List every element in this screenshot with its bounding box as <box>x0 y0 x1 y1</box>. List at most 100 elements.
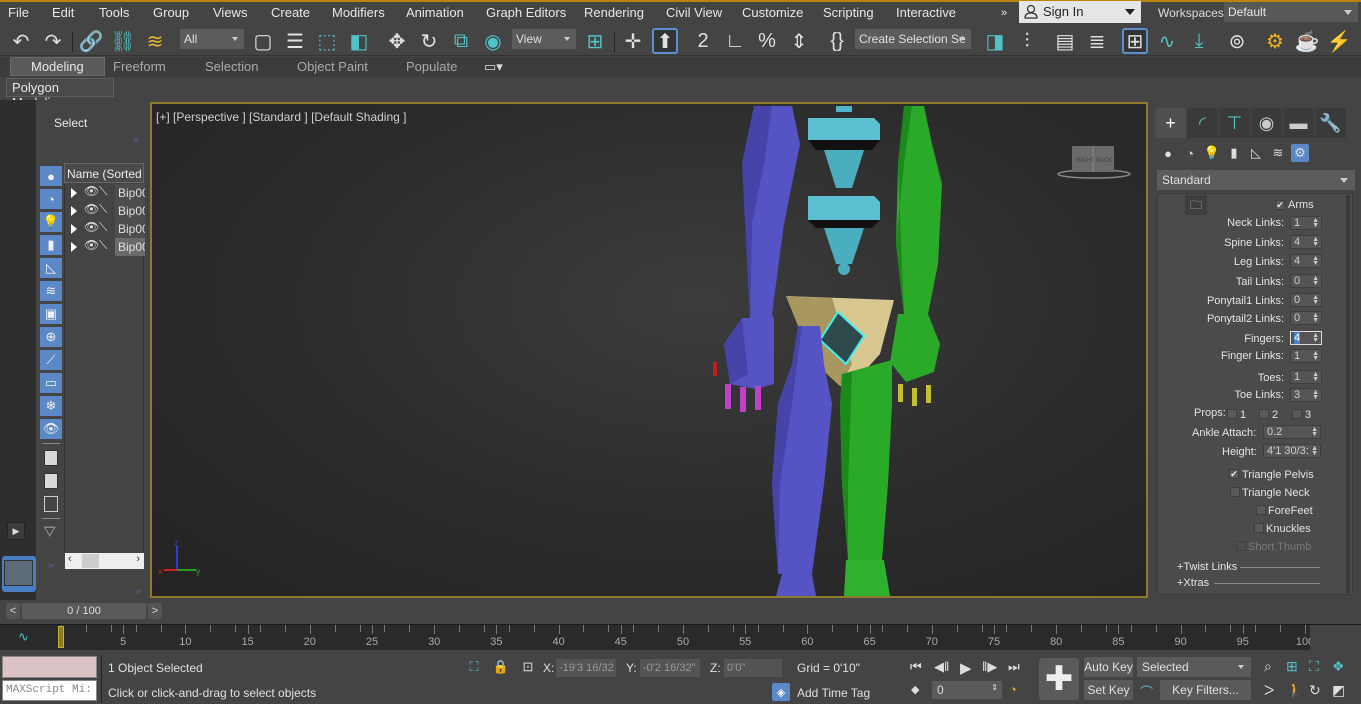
expand-icon[interactable]: » <box>48 560 54 571</box>
keyboard-shortcut-toggle-icon[interactable]: ⬆ <box>652 28 678 54</box>
list-item[interactable]: 👁 ⟍ Bip00 <box>66 238 145 256</box>
twist-links-rollout[interactable]: +Twist Links <box>1177 561 1237 573</box>
height-spinner[interactable]: 4'1 30/3: ▲ ▼ <box>1263 444 1321 458</box>
field-of-view-icon[interactable]: ᐳ <box>1264 682 1274 699</box>
display-xrefs-icon[interactable]: ⊕ <box>40 327 62 347</box>
spacewarps-category-icon[interactable]: ≋ <box>1269 144 1287 162</box>
display-groups-icon[interactable]: ▣ <box>40 304 62 324</box>
rectangle-selection-icon[interactable]: ⬚ <box>314 28 340 54</box>
render-setup-icon[interactable]: ⚙ <box>1262 28 1288 54</box>
eye-icon[interactable]: 👁 <box>84 220 99 234</box>
viewcube[interactable]: RIGHT BACK <box>1057 146 1131 179</box>
spine-links-spinner[interactable]: 4 ▲ ▼ <box>1290 235 1322 249</box>
next-frame-icon[interactable]: ‖▶ <box>982 659 997 675</box>
triangle-neck-checkbox[interactable] <box>1230 487 1240 497</box>
ribbon-tab-freeform[interactable]: Freeform <box>113 59 166 74</box>
arms-checkbox[interactable]: ✔ <box>1275 200 1285 210</box>
named-selection-dropdown[interactable]: Create Selection Se <box>855 29 971 49</box>
display-all-icon[interactable] <box>44 450 58 466</box>
key-filters-button[interactable]: Key Filters... <box>1160 680 1251 700</box>
mirror-icon[interactable]: ◨ <box>982 28 1008 54</box>
fingers-spinner[interactable]: 4 ▲ ▼ <box>1290 331 1322 345</box>
spinner-arrows-icon[interactable]: ▲ ▼ <box>1312 332 1319 344</box>
folder-icon[interactable]: 🗀 <box>1185 195 1207 215</box>
redo-icon[interactable]: ↷ <box>40 28 66 54</box>
eye-icon[interactable]: 👁 <box>84 202 99 216</box>
percent-snap-icon[interactable]: % <box>754 28 780 54</box>
scale-icon[interactable]: ⧉ <box>448 28 474 54</box>
display-helpers-icon[interactable]: ◺ <box>40 258 62 278</box>
display-none-icon[interactable] <box>44 473 58 489</box>
triangle-pelvis-checkbox[interactable]: ✔ <box>1229 469 1239 479</box>
curve-editor-icon[interactable]: ∿ <box>1154 28 1180 54</box>
motion-tab-icon[interactable]: ◉ <box>1251 108 1282 138</box>
create-tab-plus-icon[interactable]: + <box>1155 108 1186 138</box>
spinner-arrows-icon[interactable]: ▲ ▼ <box>1312 312 1319 324</box>
selection-filter-dropdown[interactable]: All <box>180 29 244 49</box>
rendered-frame-window-icon[interactable]: ☕ <box>1294 28 1320 54</box>
go-to-start-icon[interactable]: ⏮ <box>910 659 922 675</box>
select-manipulate-icon[interactable]: ✛ <box>620 28 646 54</box>
list-item[interactable]: 👁 ⟍ Bip00 <box>66 184 145 202</box>
scroll-left-icon[interactable]: ‹ <box>68 553 72 565</box>
previous-frame-icon[interactable]: ◀‖ <box>934 659 949 675</box>
menu-scripting[interactable]: Scripting <box>823 5 874 20</box>
z-coord-field[interactable]: 0'0" <box>724 659 782 677</box>
viewcube-back-face[interactable]: BACK <box>1096 158 1112 164</box>
expand-arrow-icon[interactable] <box>71 242 77 252</box>
forefeet-checkbox[interactable] <box>1256 505 1266 515</box>
display-spacewarps-icon[interactable]: ≋ <box>40 281 62 301</box>
play-icon[interactable]: ▶ <box>960 659 972 677</box>
knuckles-checkbox[interactable] <box>1254 523 1264 533</box>
utilities-tab-wrench-icon[interactable]: 🔧 <box>1315 108 1346 138</box>
menu-graph-editors[interactable]: Graph Editors <box>486 5 566 20</box>
spinner-arrows-icon[interactable]: ▲ ▼ <box>1312 217 1319 229</box>
spinner-arrows-icon[interactable]: ▲ ▼ <box>1312 294 1319 306</box>
expand-icon[interactable]: » <box>136 586 141 596</box>
ponytail2-links-spinner[interactable]: 0 ▲ ▼ <box>1290 311 1322 325</box>
menu-interactive[interactable]: Interactive <box>896 5 956 20</box>
ankle-attach-spinner[interactable]: 0.2 ▲ ▼ <box>1263 425 1321 439</box>
undo-icon[interactable]: ↶ <box>8 28 34 54</box>
list-item[interactable]: 👁 ⟍ Bip00 <box>66 220 145 238</box>
display-geometry-icon[interactable]: ● <box>40 166 62 186</box>
neck-links-spinner[interactable]: 1 ▲ ▼ <box>1290 216 1322 230</box>
snaps-toggle-icon[interactable]: 2 <box>690 28 716 54</box>
layer-explorer-icon[interactable]: ≣ <box>1084 28 1110 54</box>
menu-tools[interactable]: Tools <box>99 5 129 20</box>
spinner-arrows-icon[interactable]: ▲ ▼ <box>1312 236 1319 248</box>
select-object-icon[interactable]: ▢ <box>250 28 276 54</box>
time-slider-prev-button[interactable]: < <box>6 603 20 619</box>
workspaces-select[interactable]: Default <box>1224 2 1358 22</box>
ribbon-tab-selection[interactable]: Selection <box>205 59 258 74</box>
time-tag-icon[interactable]: ◈ <box>772 683 790 701</box>
angle-snap-icon[interactable]: ∟ <box>722 28 748 54</box>
scene-explorer-icon[interactable]: ▤ <box>1052 28 1078 54</box>
polygon-modeling-panel[interactable]: Polygon Modeling <box>6 78 114 110</box>
menu-group[interactable]: Group <box>153 5 189 20</box>
toe-links-spinner[interactable]: 3 ▲ ▼ <box>1290 388 1322 402</box>
menu-civil-view[interactable]: Civil View <box>666 5 722 20</box>
zoom-all-icon[interactable]: ⊞ <box>1286 658 1298 675</box>
set-keys-button[interactable]: ✚ <box>1039 658 1079 700</box>
expand-icon[interactable]: » <box>133 135 139 146</box>
xtras-rollout[interactable]: +Xtras <box>1177 577 1209 589</box>
absolute-mode-icon[interactable]: ⊡ <box>520 658 536 676</box>
x-coord-field[interactable]: -19'3 16/32 <box>556 659 616 677</box>
maxscript-listener-output[interactable] <box>2 656 97 678</box>
systems-category-gears-icon[interactable]: ⚙ <box>1291 144 1309 162</box>
expand-arrow-icon[interactable] <box>71 188 77 198</box>
edit-named-selection-icon[interactable]: {} <box>824 28 850 54</box>
toes-spinner[interactable]: 1 ▲ ▼ <box>1290 370 1322 384</box>
cameras-category-icon[interactable]: ▮ <box>1225 144 1243 162</box>
auto-key-button[interactable]: Auto Key <box>1084 657 1133 677</box>
ribbon-tab-modeling[interactable]: Modeling <box>10 57 105 76</box>
add-time-tag-button[interactable]: Add Time Tag <box>797 686 870 700</box>
sign-in-button[interactable]: Sign In <box>1019 1 1141 23</box>
key-mode-dropdown[interactable]: Selected <box>1137 657 1251 677</box>
prop2-checkbox[interactable] <box>1259 409 1269 419</box>
leg-links-spinner[interactable]: 4 ▲ ▼ <box>1290 254 1322 268</box>
spinner-arrows-icon[interactable]: ▲ ▼ <box>1311 426 1318 438</box>
lights-category-icon[interactable]: 💡 <box>1203 144 1221 162</box>
key-mode-toggle-icon[interactable]: ◆ <box>911 683 919 696</box>
